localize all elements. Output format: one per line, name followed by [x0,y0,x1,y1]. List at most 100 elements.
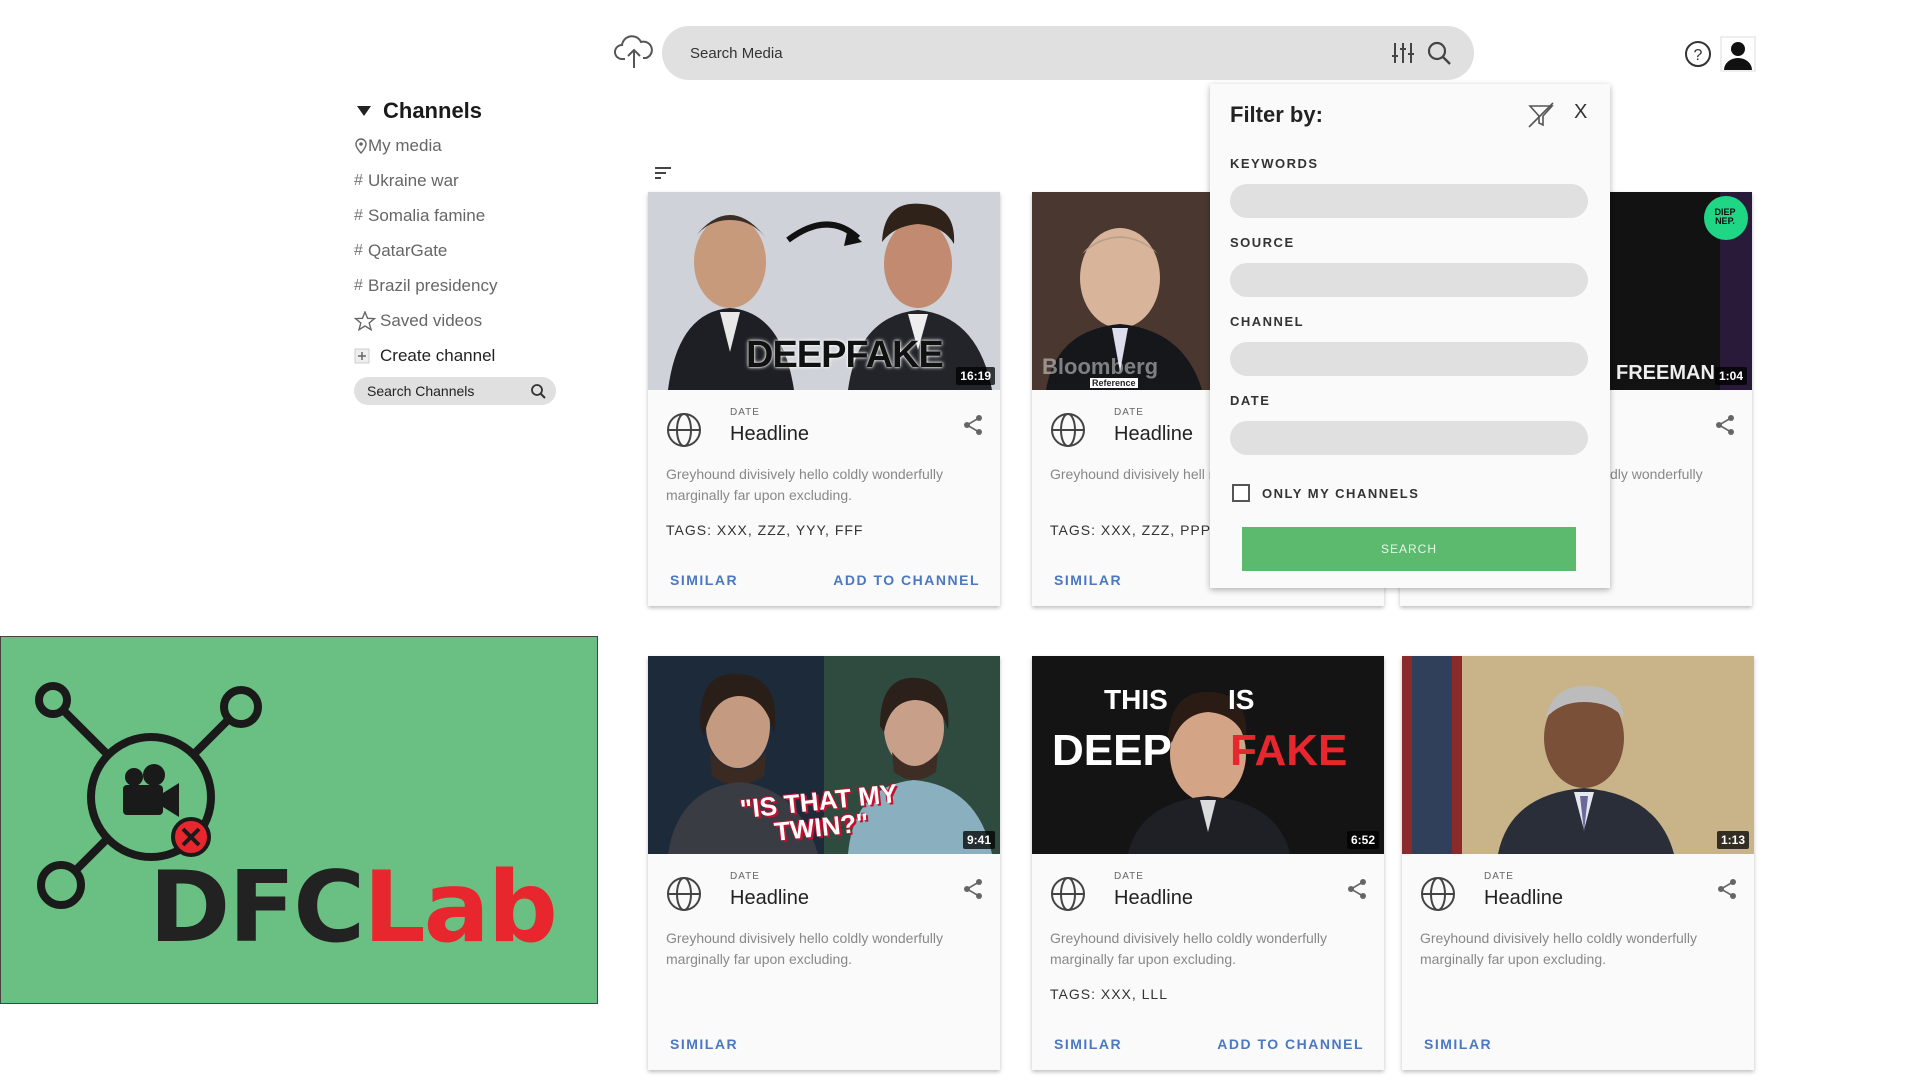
thumbnail-caption: N FREEMAN [1596,362,1715,384]
sidebar-item-label: Create channel [380,345,496,365]
sidebar-item-label: Saved videos [380,310,483,330]
similar-button[interactable]: SIMILAR [1054,572,1122,588]
duration-badge: 1:04 [1714,367,1747,385]
source-label: SOURCE [1230,235,1295,250]
similar-button[interactable]: SIMILAR [1424,1036,1492,1052]
share-icon[interactable] [1346,878,1368,900]
filter-search-button[interactable]: SEARCH [1242,527,1576,571]
filter-sliders-icon[interactable] [1390,40,1416,66]
only-my-channels-label[interactable]: ONLY MY CHANNELS [1262,486,1419,501]
channel-field[interactable] [1230,342,1588,376]
only-my-channels-checkbox[interactable] [1232,484,1250,502]
share-icon[interactable] [962,414,984,436]
date-label: DATE [1230,393,1271,408]
source-field[interactable] [1230,263,1588,297]
card-headline[interactable]: Headline [730,423,809,446]
similar-button[interactable]: SIMILAR [1054,1036,1122,1052]
share-icon[interactable] [962,878,984,900]
video-thumbnail[interactable]: DEEPFAKE 16:19 [648,192,1000,390]
media-search-bar[interactable]: Search Media [662,26,1474,80]
thumbnail-caption-this: THIS [1104,684,1168,715]
filter-title: Filter by: [1230,102,1323,127]
collapse-triangle-icon[interactable] [357,106,371,116]
card-headline[interactable]: Headline [1484,887,1563,910]
sidebar-item-ukraine-war[interactable]: # Ukraine war [354,163,564,198]
card-tags: TAGS: XXX, ZZZ, YYY, FFF [666,522,864,538]
media-card[interactable]: THIS IS DEEP FAKE 6:52 DATE Headline Gre… [1032,656,1384,1070]
hash-prefix: # [354,276,363,294]
help-icon[interactable]: ? [1684,40,1712,73]
channel-search-field[interactable]: Search Channels [354,377,556,405]
card-tags: TAGS: XXX, LLL [1050,986,1169,1002]
plus-icon [354,348,370,363]
video-thumbnail[interactable]: 1:13 [1402,656,1754,854]
add-to-channel-button[interactable]: ADD TO CHANNEL [1217,1036,1364,1052]
share-icon[interactable] [1716,878,1738,900]
card-date: DATE [730,871,760,882]
app-root: Search Media ? Channels My media # Ukrai… [0,0,1920,1080]
card-headline[interactable]: Headline [1114,887,1193,910]
sort-icon[interactable] [654,166,672,185]
channels-header[interactable]: Channels [354,98,564,124]
globe-icon [667,413,701,447]
media-card[interactable]: DEEPFAKE 16:19 DATE Headline Greyhound d… [648,192,1000,606]
keywords-field[interactable] [1230,184,1588,218]
search-icon[interactable] [1426,40,1452,66]
globe-icon [1421,877,1455,911]
sidebar-item-label: My media [368,135,442,155]
sidebar-item-somalia-famine[interactable]: # Somalia famine [354,198,564,233]
duration-badge: 16:19 [956,367,995,385]
channels-sidebar: Channels My media # Ukraine war # Somali… [354,98,564,405]
keywords-label: KEYWORDS [1230,156,1319,171]
filter-panel: Filter by: X KEYWORDS SOURCE CHANNEL DAT… [1210,84,1610,588]
card-description: Greyhound divisively hello coldly wonder… [1420,930,1698,967]
card-tags [1402,986,1754,1006]
similar-button[interactable]: SIMILAR [670,1036,738,1052]
card-description: Greyhound divisively hello coldly wonder… [666,930,944,967]
star-icon [354,310,376,331]
logo-wordmark: DFCLab [149,859,558,957]
sidebar-item-brazil-presidency[interactable]: # Brazil presidency [354,268,564,303]
sidebar-item-label: Ukraine war [368,170,459,190]
thumbnail-caption: Bloomberg [1042,354,1159,379]
close-button[interactable]: X [1574,101,1587,124]
hash-prefix: # [354,206,363,224]
similar-button[interactable]: SIMILAR [670,572,738,588]
thumbnail-caption-deep: DEEP [1052,726,1172,775]
media-card[interactable]: "IS THAT MY TWIN?" 9:41 DATE Headline Gr… [648,656,1000,1070]
card-date: DATE [1114,407,1144,418]
video-thumbnail[interactable]: THIS IS DEEP FAKE 6:52 [1032,656,1384,854]
card-description: Greyhound divisively hello coldly wonder… [1050,930,1328,967]
card-headline[interactable]: Headline [1114,423,1193,446]
share-icon[interactable] [1714,414,1736,436]
sidebar-item-qatargate[interactable]: # QatarGate [354,233,564,268]
logo-text-lab: Lab [363,851,558,965]
duration-badge: 9:41 [962,831,995,849]
duration-badge: 1:13 [1716,831,1749,849]
sidebar-item-my-media[interactable]: My media [354,128,564,163]
sidebar-item-saved-videos[interactable]: Saved videos [354,303,564,338]
account-icon[interactable] [1720,36,1756,77]
duration-badge: 6:52 [1346,831,1379,849]
add-to-channel-button[interactable]: ADD TO CHANNEL [833,572,980,588]
clear-filter-icon[interactable] [1526,100,1556,130]
search-icon[interactable] [530,383,546,399]
card-headline[interactable]: Headline [730,887,809,910]
thumbnail-caption-is: IS [1228,684,1255,715]
search-input[interactable]: Search Media [690,45,1380,62]
cloud-upload-icon[interactable] [614,32,654,72]
card-description: Greyhound divisively hello coldly wonder… [666,466,944,503]
sidebar-item-create-channel[interactable]: Create channel [354,338,564,373]
media-card[interactable]: 1:13 DATE Headline Greyhound divisively … [1402,656,1754,1070]
sidebar-item-label: Somalia famine [368,205,486,225]
hash-prefix: # [354,171,363,189]
video-thumbnail[interactable]: "IS THAT MY TWIN?" 9:41 [648,656,1000,854]
person-pin-icon [355,137,367,154]
card-date: DATE [1484,871,1514,882]
globe-icon [667,877,701,911]
channel-search-input[interactable]: Search Channels [367,383,530,399]
date-field[interactable] [1230,421,1588,455]
logo-text-dfc: DFC [149,851,365,965]
thumbnail-caption-fake: FAKE [1230,726,1348,775]
hash-prefix: # [354,241,363,259]
